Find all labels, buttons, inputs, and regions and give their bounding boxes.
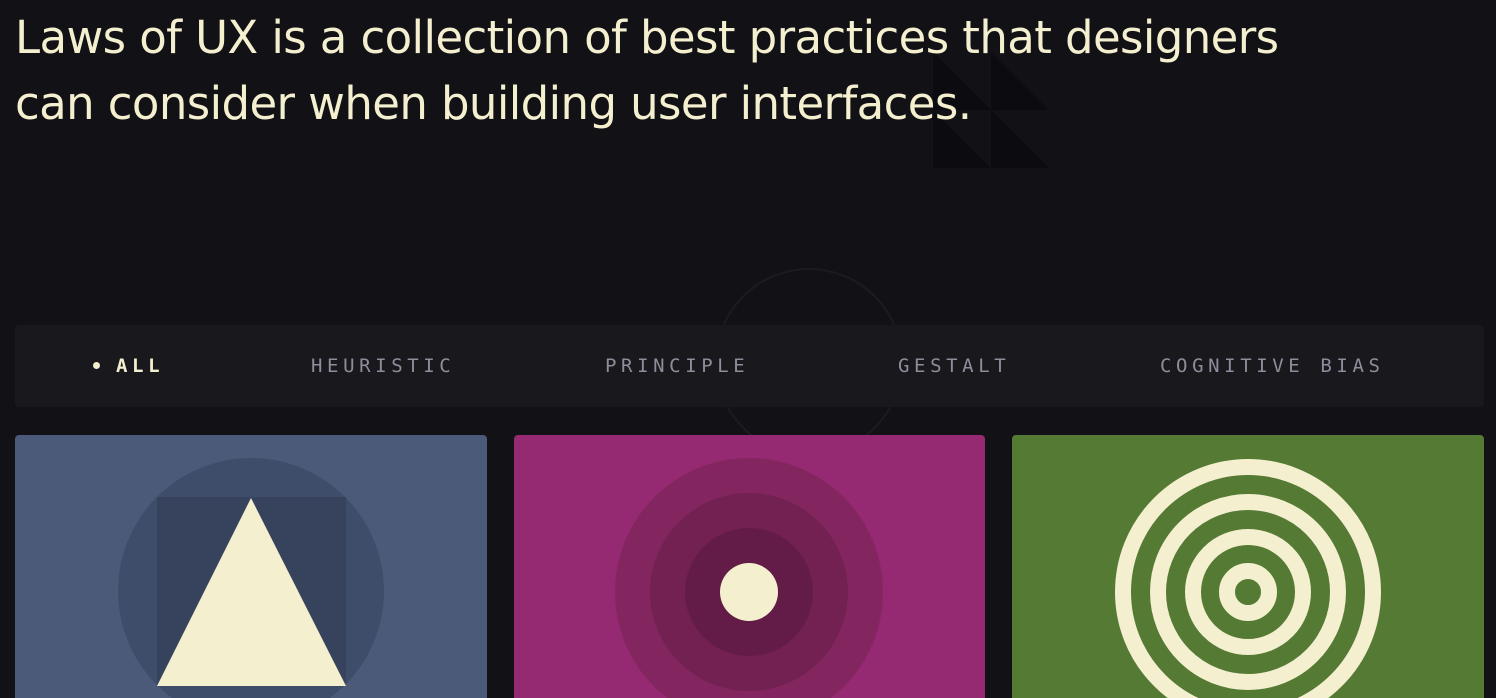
law-card-1[interactable]: [15, 435, 487, 698]
filter-all[interactable]: ALL: [116, 325, 164, 407]
law-card-3[interactable]: [1012, 435, 1484, 698]
active-bullet-icon: [93, 362, 100, 369]
filter-cognitive-bias[interactable]: COGNITIVE BIAS: [1160, 325, 1385, 407]
law-card-2[interactable]: [514, 435, 985, 698]
page-headline: Laws of UX is a collection of best pract…: [15, 5, 1315, 137]
category-filter-bar: ALL HEURISTIC PRINCIPLE GESTALT COGNITIV…: [15, 325, 1484, 407]
filter-gestalt[interactable]: GESTALT: [898, 325, 1010, 407]
filter-heuristic[interactable]: HEURISTIC: [311, 325, 455, 407]
triangle-in-square-in-circle-icon: [15, 435, 487, 698]
filter-principle[interactable]: PRINCIPLE: [605, 325, 749, 407]
target-rings-icon: [1012, 435, 1484, 698]
concentric-circles-dot-icon: [514, 435, 985, 698]
headline-line-2: can consider when building user interfac…: [15, 77, 972, 130]
headline-line-1: Laws of UX is a collection of best pract…: [15, 11, 1279, 64]
